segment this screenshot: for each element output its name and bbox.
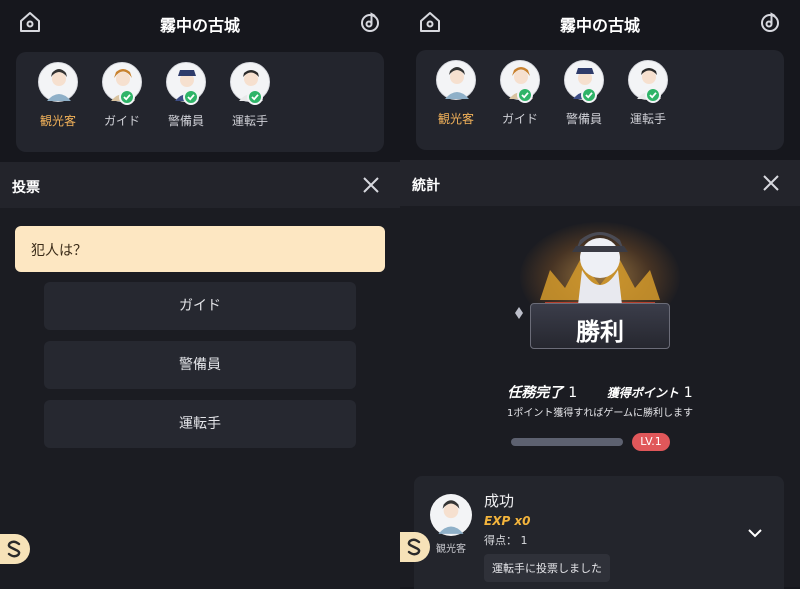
avatar	[500, 60, 540, 103]
result-role-label: 観光客	[436, 544, 466, 555]
player-roles-card: 観光客 ガイド 警備員 運転手	[16, 52, 384, 152]
avatar	[166, 62, 206, 105]
top-bar: 霧中の古城	[400, 0, 800, 44]
sheet-title: 投票	[12, 180, 40, 196]
vote-screen: 霧中の古城 観光客 ガイド 警備員 運転手 投票 犯人は？ ガイド 警備員 運転…	[0, 0, 400, 589]
victory-emblem: 勝利	[400, 210, 800, 380]
check-icon	[183, 89, 199, 105]
role-label: 警備員	[167, 114, 204, 128]
points-value: 1	[683, 385, 693, 401]
level-progress-bar	[511, 438, 623, 446]
avatar	[628, 60, 668, 103]
result-status: 成功	[484, 492, 515, 510]
role-tourist[interactable]: 観光客	[426, 60, 486, 127]
top-bar: 霧中の古城	[0, 0, 400, 44]
check-icon	[581, 87, 597, 103]
role-label: ガイド	[501, 112, 538, 126]
result-vote-text: 運転手に投票しました	[484, 554, 610, 582]
check-icon	[247, 89, 263, 105]
music-icon[interactable]	[358, 10, 382, 34]
level-badge: LV.1	[632, 433, 670, 451]
sheet-header: 投票	[0, 162, 400, 208]
result-score: 得点： 1	[484, 532, 528, 548]
sheet-title: 統計	[412, 178, 440, 194]
check-icon	[119, 89, 135, 105]
role-label: 観光客	[437, 112, 474, 126]
result-exp: EXP x0	[484, 514, 531, 528]
vote-sheet: 投票 犯人は？ ガイド 警備員 運転手	[0, 162, 400, 589]
detective-emblem-illustration	[515, 232, 660, 319]
role-label: 観光客	[39, 114, 76, 128]
avatar	[436, 60, 476, 100]
room-title: 霧中の古城	[559, 16, 640, 35]
player-roles-card: 観光客 ガイド 警備員 運転手	[416, 50, 784, 150]
vote-option-driver[interactable]: 運転手	[44, 400, 356, 448]
avatar	[102, 62, 142, 105]
avatar	[430, 494, 472, 536]
role-guard[interactable]: 警備員	[156, 62, 216, 129]
vote-question: 犯人は？	[15, 226, 385, 272]
role-guide[interactable]: ガイド	[92, 62, 152, 129]
result-text: 勝利	[576, 318, 624, 346]
score-value: 1	[520, 534, 528, 547]
mission-label: 任務完了	[507, 385, 564, 401]
role-tourist[interactable]: 観光客	[28, 62, 88, 129]
role-guard[interactable]: 警備員	[554, 60, 614, 127]
points-label: 獲得ポイント	[606, 386, 679, 400]
vote-option-guard[interactable]: 警備員	[44, 341, 356, 389]
role-driver[interactable]: 運転手	[618, 60, 678, 127]
sheet-header: 統計	[400, 160, 800, 206]
close-icon[interactable]	[362, 176, 380, 194]
result-ribbon: 勝利	[530, 303, 670, 349]
role-guide[interactable]: ガイド	[490, 60, 550, 127]
role-label: 運転手	[629, 112, 666, 126]
avatar	[38, 62, 78, 102]
mission-value: 1	[568, 385, 578, 401]
check-icon	[517, 87, 533, 103]
floating-s-button[interactable]	[400, 532, 430, 562]
stats-summary: 任務完了 1 獲得ポイント 1	[400, 382, 800, 402]
room-title: 霧中の古城	[159, 16, 240, 35]
player-result-card: 観光客 成功 EXP x0 得点： 1 運転手に投票しました	[414, 476, 784, 589]
vote-option-guide[interactable]: ガイド	[44, 282, 356, 330]
role-driver[interactable]: 運転手	[220, 62, 280, 129]
avatar	[564, 60, 604, 103]
role-label: 運転手	[231, 114, 268, 128]
avatar	[230, 62, 270, 105]
win-condition-note: 1ポイント獲得すればゲームに勝利します	[506, 408, 694, 419]
check-icon	[645, 87, 661, 103]
role-label: 警備員	[565, 112, 602, 126]
music-icon[interactable]	[758, 10, 782, 34]
stats-screen: 霧中の古城 観光客 ガイド 警備員 運転手 統計 勝利 任務完了 1 獲得ポイン…	[400, 0, 800, 589]
chevron-down-icon[interactable]	[746, 524, 764, 542]
close-icon[interactable]	[762, 174, 780, 192]
role-label: ガイド	[103, 114, 140, 128]
floating-s-button[interactable]	[0, 534, 30, 564]
score-label: 得点：	[484, 534, 517, 547]
